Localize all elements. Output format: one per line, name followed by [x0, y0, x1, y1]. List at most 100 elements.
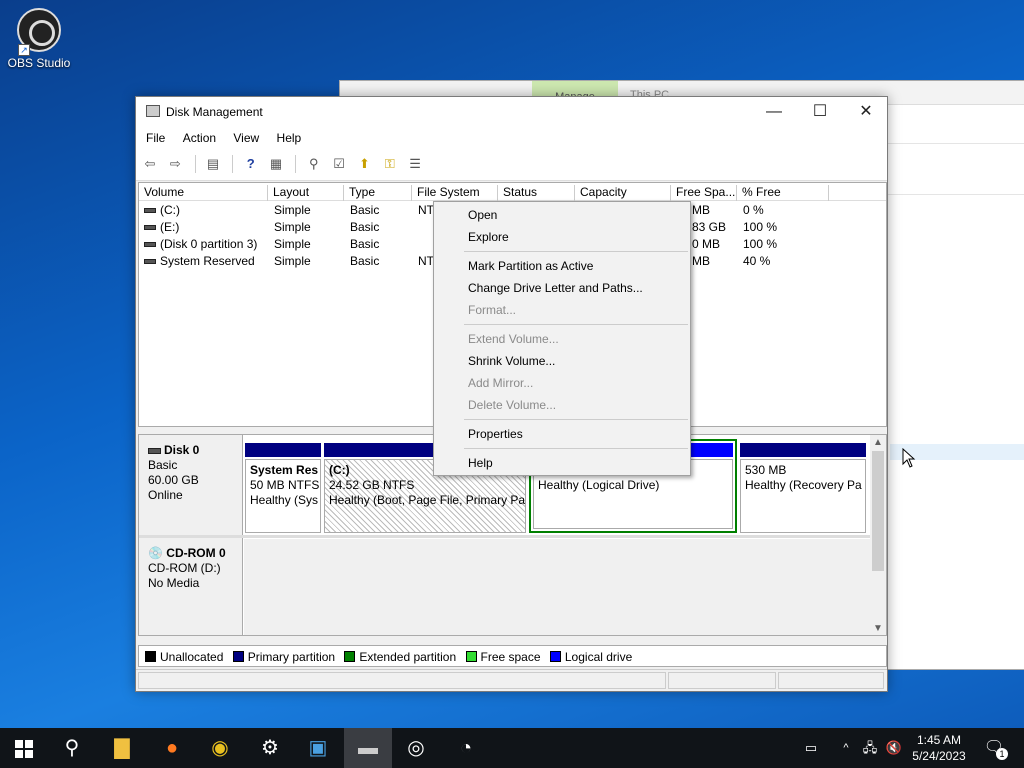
obs-taskbar-icon[interactable]: ◎	[392, 728, 440, 768]
column-type[interactable]: Type	[344, 185, 412, 201]
cdrom-0-info[interactable]: 💿 CD-ROM 0 CD-ROM (D:) No Media	[139, 538, 243, 635]
disk-name: Disk 0	[164, 443, 200, 457]
volume-name: (E:)	[160, 220, 180, 234]
scroll-thumb[interactable]	[872, 451, 884, 571]
menu-action[interactable]: Action	[176, 127, 223, 149]
volume-free: MB	[692, 254, 710, 268]
menu-item-help[interactable]: Help	[434, 452, 690, 474]
back-arrow-icon[interactable]: ⇦	[140, 155, 160, 173]
volume-pct: 0 %	[743, 203, 764, 217]
chrome-icon[interactable]: ◉	[196, 728, 244, 768]
volume-layout: Simple	[274, 203, 311, 217]
volume-free: 83 GB	[692, 220, 727, 234]
menu-item-delete-volume: Delete Volume...	[468, 398, 557, 412]
forward-arrow-icon[interactable]: ⇨	[165, 155, 185, 173]
disk-icon	[148, 447, 161, 454]
list-view-icon[interactable]: ☰	[405, 155, 425, 173]
background-rows	[888, 143, 1024, 195]
help-icon[interactable]: ?	[241, 155, 261, 173]
partition-size: 24.52 GB NTFS	[329, 478, 415, 492]
volume-list-header: Volume Layout Type File System Status Ca…	[139, 183, 886, 201]
firefox-icon[interactable]: ●	[148, 728, 196, 768]
taskbar-clock[interactable]: 1:45 AM 5/24/2023	[906, 732, 972, 764]
column-free-space[interactable]: Free Spa...	[671, 185, 737, 201]
settings-gear-icon[interactable]: ⚙	[246, 728, 294, 768]
maximize-button[interactable]: ☐	[797, 97, 843, 127]
control-panel-icon[interactable]: ▣	[294, 728, 342, 768]
menu-item-shrink-volume[interactable]: Shrink Volume...	[434, 350, 690, 372]
disk-state: Online	[148, 488, 183, 502]
menu-item-explore[interactable]: Explore	[434, 226, 690, 248]
scroll-down-icon[interactable]: ▼	[873, 623, 883, 634]
start-button[interactable]	[0, 728, 48, 768]
partition-size: 530 MB	[745, 463, 787, 477]
volume-free: MB	[692, 203, 710, 217]
menu-file[interactable]: File	[139, 127, 172, 149]
volume-name: (Disk 0 partition 3)	[160, 237, 258, 251]
legend-extended: Extended partition	[344, 650, 456, 664]
properties-grid-icon[interactable]: ▦	[266, 155, 286, 173]
menu-bar: File Action View Help	[136, 127, 887, 149]
legend-logical: Logical drive	[549, 650, 632, 664]
volume-icon	[144, 259, 156, 265]
column-layout[interactable]: Layout	[268, 185, 344, 201]
menu-item-open[interactable]: Open	[434, 204, 690, 226]
partition-title: System Res	[250, 463, 319, 477]
column-percent-free[interactable]: % Free	[737, 185, 829, 201]
file-explorer-icon[interactable]: ▇	[98, 728, 146, 768]
vertical-scrollbar[interactable]: ▲ ▼	[870, 435, 886, 635]
partition-recovery[interactable]: 530 MB Healthy (Recovery Pa	[740, 443, 866, 533]
partition-system-reserved[interactable]: System Res 50 MB NTFS Healthy (Sys	[245, 443, 321, 533]
disk-management-taskbar-icon[interactable]: ▬	[344, 728, 392, 768]
close-button[interactable]: ✕	[843, 97, 889, 127]
folder-up-icon[interactable]: ⬆	[354, 155, 374, 173]
action-tray-icon[interactable]: ▭	[798, 728, 824, 768]
status-bar	[136, 669, 887, 691]
disk-kind: Basic	[148, 458, 178, 472]
mouse-cursor-icon	[902, 448, 916, 468]
partition-status: Healthy (Logical Drive)	[538, 478, 660, 492]
disk-0-info[interactable]: Disk 0 Basic 60.00 GB Online	[139, 435, 243, 535]
connect-icon[interactable]: ⚲	[304, 155, 324, 173]
show-hide-tree-icon[interactable]: ▤	[203, 155, 223, 173]
volume-type: Basic	[350, 203, 380, 217]
column-volume[interactable]: Volume	[139, 185, 268, 201]
clock-time: 1:45 AM	[916, 733, 962, 747]
network-icon[interactable]: 🖧	[860, 728, 880, 768]
volume-muted-icon[interactable]: 🔇	[884, 728, 904, 768]
volume-fs: NT	[418, 254, 434, 268]
column-status[interactable]: Status	[498, 185, 575, 201]
checklist-icon[interactable]: ☑	[329, 155, 349, 173]
windows-logo-icon	[15, 739, 33, 758]
context-menu: Open Explore Mark Partition as Active Ch…	[433, 201, 691, 476]
volume-icon	[144, 208, 156, 214]
menu-item-extend-volume: Extend Volume...	[468, 332, 559, 346]
volume-layout: Simple	[274, 254, 311, 268]
legend-free-space: Free space	[465, 650, 541, 664]
volume-type: Basic	[350, 237, 380, 251]
volume-layout: Simple	[274, 237, 311, 251]
menu-item-mark-active[interactable]: Mark Partition as Active	[434, 255, 690, 277]
search-icon[interactable]: ⚲	[48, 728, 96, 768]
volume-fs: NT	[418, 203, 434, 217]
chevron-up-icon[interactable]: ^	[838, 728, 854, 768]
partition-status: Healthy (Sys	[250, 493, 319, 507]
column-file-system[interactable]: File System	[412, 185, 498, 201]
volume-layout: Simple	[274, 220, 311, 234]
volume-pct: 100 %	[743, 220, 778, 234]
menu-item-properties[interactable]: Properties	[434, 423, 690, 445]
scroll-up-icon[interactable]: ▲	[873, 437, 883, 448]
desktop-icon-obs-studio[interactable]: ↗ OBS Studio	[6, 8, 72, 70]
menu-item-change-drive-letter[interactable]: Change Drive Letter and Paths...	[434, 277, 690, 299]
menu-item-format: Format...	[468, 303, 517, 317]
folder-search-icon[interactable]: ⚿	[380, 155, 400, 173]
disk-management-icon	[146, 105, 160, 117]
clock-app-icon[interactable]: ◔	[442, 728, 490, 768]
menu-help[interactable]: Help	[270, 127, 309, 149]
legend-primary: Primary partition	[232, 650, 335, 664]
menu-view[interactable]: View	[226, 127, 266, 149]
column-capacity[interactable]: Capacity	[575, 185, 671, 201]
minimize-button[interactable]: —	[751, 97, 797, 127]
disk-kind: CD-ROM (D:)	[148, 561, 221, 575]
disk-state: No Media	[148, 576, 200, 590]
